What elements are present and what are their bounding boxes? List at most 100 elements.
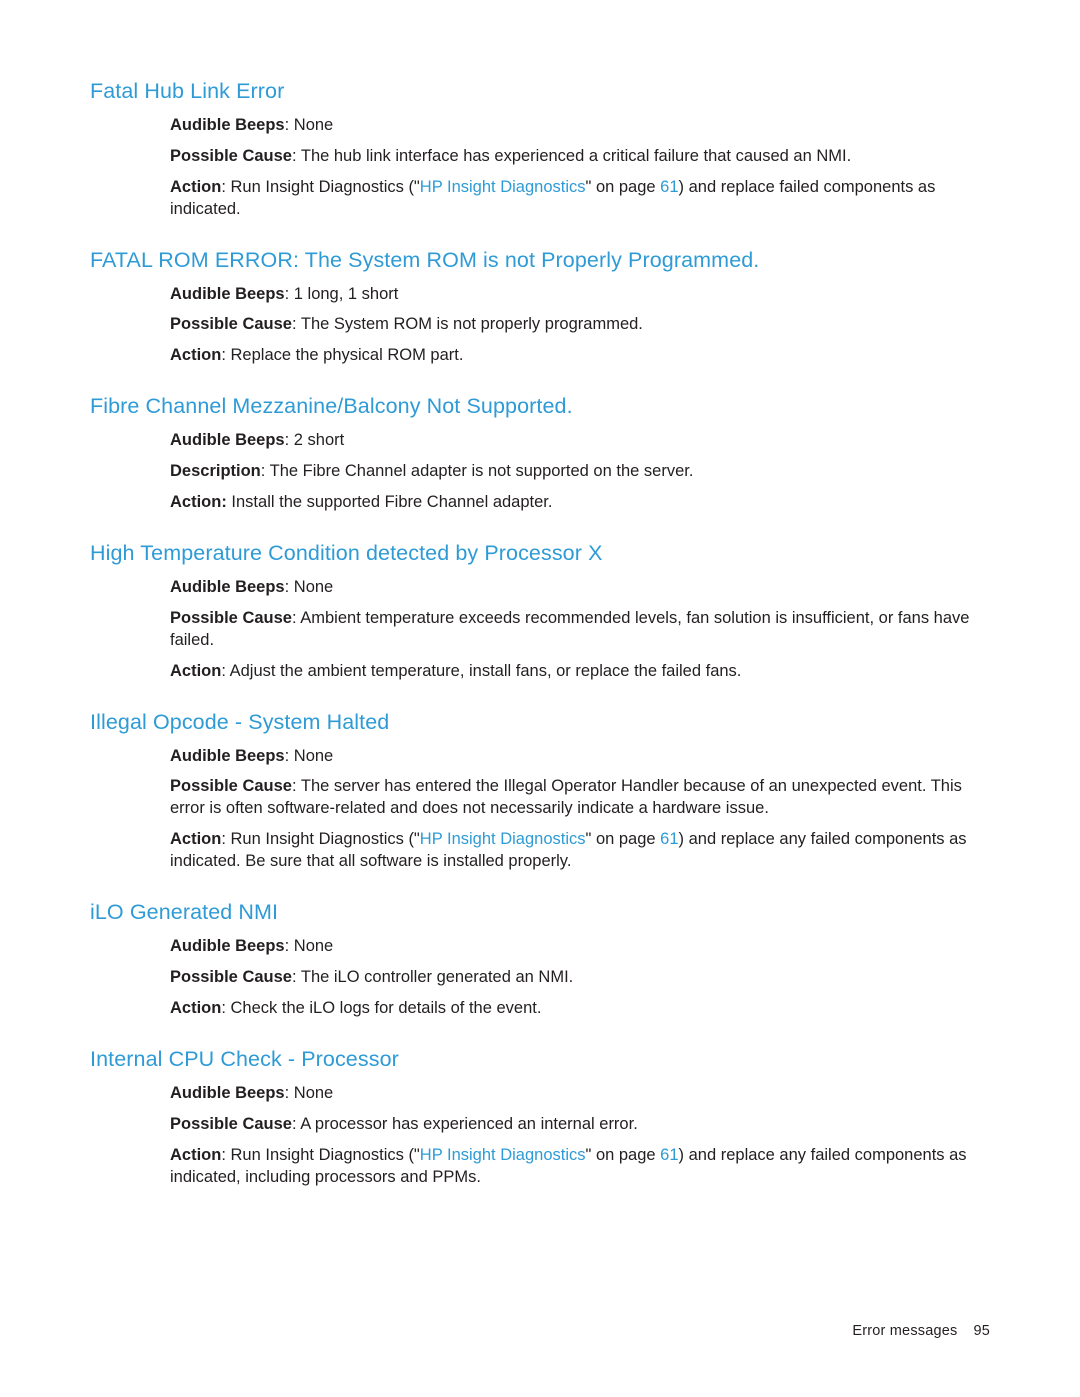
cross-reference-link[interactable]: HP Insight Diagnostics [420, 178, 586, 196]
error-message-section: iLO Generated NMI Audible Beeps: None Poss… [90, 899, 990, 1020]
document-page: Fatal Hub Link Error Audible Beeps: None P… [0, 0, 1080, 1397]
error-message-section: High Temperature Condition detected by P… [90, 540, 990, 683]
detail-text: 1 long, 1 short [293, 284, 399, 303]
detail-label: Action [170, 177, 222, 196]
cross-reference-link[interactable]: HP Insight Diagnostics [420, 830, 586, 848]
detail-label: Audible Beeps [170, 577, 285, 596]
detail-separator: : [291, 777, 301, 796]
error-message-section: Illegal Opcode - System Halted Audible Be… [90, 709, 990, 874]
detail-paragraph: Audible Beeps: None [90, 1083, 990, 1105]
detail-paragraph: Action: Check the iLO logs for details o… [90, 998, 990, 1020]
detail-text: A processor has experienced an internal … [300, 1114, 638, 1133]
detail-text: Check the iLO logs for details of the ev… [230, 998, 542, 1017]
section-heading: Internal CPU Check - Processor [90, 1046, 399, 1071]
detail-separator: : [284, 746, 294, 765]
section-heading: iLO Generated NMI [90, 900, 279, 925]
detail-paragraph: Audible Beeps: 1 long, 1 short [90, 284, 990, 306]
detail-text: None [293, 1083, 334, 1102]
detail-text: None [293, 115, 334, 134]
detail-text: The iLO controller generated an NMI. [300, 968, 574, 986]
detail-paragraph: Action: Replace the physical ROM part. [90, 345, 990, 367]
error-message-section: FATAL ROM ERROR: The System ROM is not P… [90, 247, 990, 368]
detail-separator: : [284, 115, 294, 134]
detail-paragraph: Possible Cause: A processor has experien… [90, 1114, 990, 1136]
detail-label: Possible Cause [170, 146, 292, 165]
detail-separator: : [221, 830, 231, 849]
section-heading: Fibre Channel Mezzanine/Balcony Not Supp… [90, 394, 573, 419]
detail-label: Action [170, 1145, 222, 1164]
detail-separator: : [291, 146, 301, 165]
detail-text: None [293, 577, 334, 596]
detail-label: Description [170, 462, 261, 481]
detail-text: The Fibre Channel adapter is not support… [269, 462, 694, 481]
detail-text: " on page [585, 830, 661, 849]
section-heading: Fatal Hub Link Error [90, 79, 285, 103]
detail-label: Audible Beeps [170, 1083, 285, 1102]
detail-separator: : [221, 177, 231, 196]
detail-separator: : [221, 661, 230, 680]
cross-reference-link[interactable]: 61 [660, 178, 678, 196]
detail-separator: : [284, 1083, 294, 1102]
detail-text: 2 short [293, 431, 345, 450]
section-heading: FATAL ROM ERROR: The System ROM is not P… [90, 247, 760, 272]
detail-paragraph: Action: Run Insight Diagnostics ("HP Ins… [90, 177, 990, 221]
cross-reference-link[interactable]: HP Insight Diagnostics [420, 1146, 586, 1164]
cross-reference-link[interactable]: 61 [660, 1146, 678, 1164]
detail-label: Audible Beeps [170, 115, 285, 134]
detail-text: Run Insight Diagnostics (" [230, 1145, 420, 1164]
detail-separator: : [260, 462, 270, 481]
detail-separator: : [291, 1114, 301, 1133]
detail-separator: : [284, 431, 294, 450]
page-footer: Error messages 95 [852, 1323, 990, 1339]
detail-paragraph: Description: The Fibre Channel adapter i… [90, 461, 990, 483]
detail-separator: : [291, 315, 301, 334]
detail-paragraph: Audible Beeps: None [90, 936, 990, 958]
detail-text: None [293, 746, 334, 765]
detail-paragraph: Possible Cause: The System ROM is not pr… [90, 314, 990, 336]
detail-separator: : [284, 577, 294, 596]
detail-label: Possible Cause [170, 968, 292, 986]
detail-separator: : [221, 346, 231, 365]
detail-text: Run Insight Diagnostics (" [230, 177, 420, 196]
detail-separator: : [284, 284, 294, 303]
detail-paragraph: Audible Beeps: 2 short [90, 430, 990, 452]
detail-label: Audible Beeps [170, 746, 285, 765]
detail-text: The hub link interface has experienced a… [300, 146, 852, 165]
detail-paragraph: Possible Cause: The server has entered t… [90, 776, 990, 820]
detail-label: Action [170, 830, 222, 849]
detail-paragraph: Action: Run Insight Diagnostics ("HP Ins… [90, 1145, 990, 1189]
detail-label: Possible Cause [170, 315, 292, 334]
detail-text: The System ROM is not properly programme… [300, 315, 643, 334]
detail-text: Replace the physical ROM part. [230, 346, 464, 365]
cross-reference-link[interactable]: 61 [660, 830, 678, 848]
page-number: 95 [973, 1323, 990, 1339]
detail-separator: : [221, 998, 231, 1017]
detail-label: Possible Cause [170, 1114, 292, 1133]
detail-paragraph: Audible Beeps: None [90, 577, 990, 599]
detail-label: Action [170, 346, 222, 365]
detail-text: Run Insight Diagnostics (" [230, 830, 420, 849]
detail-separator: : [291, 968, 301, 986]
detail-label: Possible Cause [170, 777, 292, 796]
detail-text: " on page [585, 1145, 661, 1164]
section-heading: Illegal Opcode - System Halted [90, 709, 390, 734]
detail-paragraph: Possible Cause: Ambient temperature exce… [90, 608, 990, 652]
detail-text: Install the supported Fibre Channel adap… [231, 493, 553, 512]
detail-label: Audible Beeps [170, 937, 285, 956]
detail-paragraph: Possible Cause: The iLO controller gener… [90, 967, 990, 989]
detail-paragraph: Action: Run Insight Diagnostics ("HP Ins… [90, 829, 990, 873]
detail-separator: : [284, 937, 294, 956]
detail-separator: : [221, 1145, 231, 1164]
detail-text: Adjust the ambient temperature, install … [229, 661, 742, 680]
section-heading: High Temperature Condition detected by P… [90, 541, 603, 565]
detail-paragraph: Audible Beeps: None [90, 115, 990, 137]
error-message-section: Fatal Hub Link Error Audible Beeps: None P… [90, 78, 990, 221]
detail-text: " on page [585, 177, 661, 196]
detail-label: Action [170, 998, 222, 1017]
detail-paragraph: Audible Beeps: None [90, 746, 990, 768]
detail-paragraph: Action: Adjust the ambient temperature, … [90, 661, 990, 683]
detail-text: None [293, 937, 334, 956]
detail-paragraph: Action: Install the supported Fibre Chan… [90, 492, 990, 514]
error-message-section: Fibre Channel Mezzanine/Balcony Not Supp… [90, 393, 990, 514]
footer-label: Error messages [852, 1323, 958, 1339]
